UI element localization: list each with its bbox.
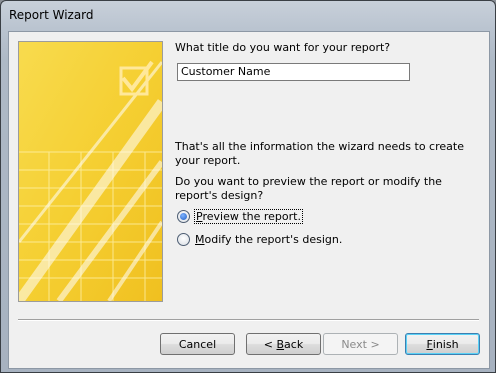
radio-modify-indicator[interactable] [177, 232, 190, 246]
radio-modify-label: Modify the report's design. [195, 232, 343, 246]
radio-preview-label: Preview the report. [194, 208, 303, 224]
cancel-button[interactable]: Cancel [160, 333, 235, 355]
window-title: Report Wizard [9, 8, 94, 22]
next-button[interactable]: Next > [323, 333, 398, 355]
radio-modify-design[interactable]: Modify the report's design. [177, 231, 342, 247]
finish-button[interactable]: Finish [405, 333, 480, 355]
report-title-input[interactable] [177, 63, 410, 81]
checkbox-grid-illustration [19, 42, 162, 301]
radio-preview-indicator[interactable] [177, 209, 190, 223]
preview-question: Do you want to preview the report or mod… [175, 175, 442, 202]
radio-preview-report[interactable]: Preview the report. [177, 208, 303, 224]
title-prompt: What title do you want for your report? [175, 41, 391, 54]
wizard-body: What title do you want for your report? … [8, 31, 490, 369]
back-button[interactable]: < Back [246, 333, 321, 355]
footer-divider [18, 319, 479, 321]
info-text: That's all the information the wizard ne… [175, 140, 464, 167]
title-bar[interactable]: Report Wizard [1, 1, 495, 31]
report-wizard-window: Report Wizard What title do you want for… [0, 0, 496, 373]
wizard-illustration [18, 41, 163, 302]
